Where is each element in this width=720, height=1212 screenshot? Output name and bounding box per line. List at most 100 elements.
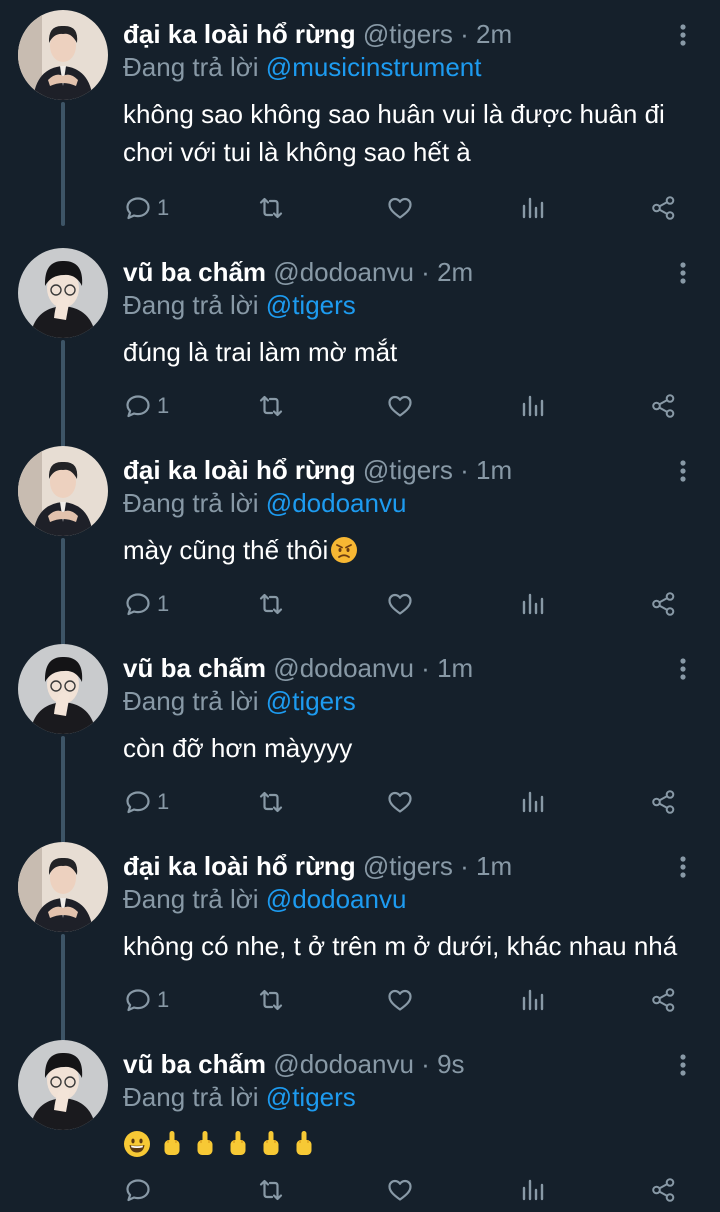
share-icon xyxy=(650,788,678,816)
tweet-header: vũ ba chấm @dodoanvu · 2m xyxy=(123,256,473,288)
tweet-actions: 1 xyxy=(0,190,720,226)
like-button[interactable] xyxy=(386,784,414,820)
like-button[interactable] xyxy=(386,982,414,1018)
reply-count: 1 xyxy=(157,393,170,418)
handle[interactable]: @dodoanvu xyxy=(273,653,414,683)
share-icon xyxy=(650,392,678,420)
avatar-tigers[interactable] xyxy=(18,446,108,536)
analytics-button[interactable] xyxy=(520,586,546,622)
like-button[interactable] xyxy=(386,1172,414,1208)
analytics-icon xyxy=(520,392,546,420)
share-button[interactable] xyxy=(650,1172,678,1208)
more-vertical-icon[interactable] xyxy=(668,258,698,288)
mention-link[interactable]: @dodoanvu xyxy=(266,884,407,914)
tweet-header: vũ ba chấm @dodoanvu · 1m xyxy=(123,652,473,684)
analytics-icon xyxy=(520,1176,546,1204)
mention-link[interactable]: @tigers xyxy=(266,1082,356,1112)
handle[interactable]: @tigers xyxy=(363,19,453,49)
retweet-button[interactable] xyxy=(256,388,286,424)
more-vertical-icon[interactable] xyxy=(668,1050,698,1080)
middle-finger-icon xyxy=(259,1129,283,1159)
timestamp[interactable]: 9s xyxy=(437,1049,464,1079)
retweet-icon xyxy=(256,1176,286,1204)
avatar-tigers[interactable] xyxy=(18,842,108,932)
more-vertical-icon[interactable] xyxy=(668,20,698,50)
more-vertical-icon[interactable] xyxy=(668,852,698,882)
reply-count: 1 xyxy=(157,591,170,616)
avatar-tigers[interactable] xyxy=(18,10,108,100)
like-icon xyxy=(386,392,414,420)
timestamp[interactable]: 2m xyxy=(437,257,473,287)
display-name[interactable]: đại ka loài hổ rừng xyxy=(123,455,356,485)
analytics-icon xyxy=(520,986,546,1014)
share-button[interactable] xyxy=(650,982,678,1018)
replying-to: Đang trả lời @tigers xyxy=(123,685,356,717)
retweet-button[interactable] xyxy=(256,190,286,226)
timestamp[interactable]: 1m xyxy=(437,653,473,683)
display-name[interactable]: vũ ba chấm xyxy=(123,653,266,683)
display-name[interactable]: vũ ba chấm xyxy=(123,1049,266,1079)
timestamp[interactable]: 2m xyxy=(476,19,512,49)
reply-button[interactable] xyxy=(124,1172,157,1208)
display-name[interactable]: đại ka loài hổ rừng xyxy=(123,19,356,49)
like-button[interactable] xyxy=(386,586,414,622)
mention-link[interactable]: @tigers xyxy=(266,686,356,716)
share-button[interactable] xyxy=(650,190,678,226)
tweet-actions xyxy=(0,1172,720,1208)
tweet-header: đại ka loài hổ rừng @tigers · 1m xyxy=(123,850,512,882)
middle-finger-icon xyxy=(160,1129,184,1159)
more-vertical-icon[interactable] xyxy=(668,654,698,684)
separator-dot: · xyxy=(421,1049,430,1079)
retweet-icon xyxy=(256,392,286,420)
tweet[interactable]: vũ ba chấm @dodoanvu · 2m Đang trả lời @… xyxy=(0,238,720,450)
replying-to-label: Đang trả lời xyxy=(123,52,259,82)
analytics-button[interactable] xyxy=(520,784,546,820)
mention-link[interactable]: @dodoanvu xyxy=(266,488,407,518)
reply-icon xyxy=(124,392,152,420)
retweet-button[interactable] xyxy=(256,982,286,1018)
share-button[interactable] xyxy=(650,586,678,622)
analytics-button[interactable] xyxy=(520,982,546,1018)
retweet-icon xyxy=(256,788,286,816)
reply-button[interactable]: 1 xyxy=(124,982,169,1018)
analytics-button[interactable] xyxy=(520,1172,546,1208)
tweet[interactable]: vũ ba chấm @dodoanvu · 1m Đang trả lời @… xyxy=(0,634,720,846)
like-button[interactable] xyxy=(386,388,414,424)
analytics-button[interactable] xyxy=(520,190,546,226)
avatar-dodoanvu[interactable] xyxy=(18,644,108,734)
tweet[interactable]: đại ka loài hổ rừng @tigers · 1m Đang tr… xyxy=(0,436,720,648)
replying-to-label: Đang trả lời xyxy=(123,290,259,320)
analytics-icon xyxy=(520,590,546,618)
mention-link[interactable]: @musicinstrument xyxy=(266,52,482,82)
reply-button[interactable]: 1 xyxy=(124,190,169,226)
timestamp[interactable]: 1m xyxy=(476,455,512,485)
reply-button[interactable]: 1 xyxy=(124,388,169,424)
more-vertical-icon[interactable] xyxy=(668,456,698,486)
avatar-dodoanvu[interactable] xyxy=(18,248,108,338)
handle[interactable]: @dodoanvu xyxy=(273,257,414,287)
handle[interactable]: @tigers xyxy=(363,851,453,881)
tweet[interactable]: đại ka loài hổ rừng @tigers · 2m Đang tr… xyxy=(0,0,720,226)
avatar-dodoanvu[interactable] xyxy=(18,1040,108,1130)
tweet-text: không sao không sao huân vui là được huâ… xyxy=(123,99,665,167)
tweet[interactable]: đại ka loài hổ rừng @tigers · 1m Đang tr… xyxy=(0,832,720,1044)
display-name[interactable]: đại ka loài hổ rừng xyxy=(123,851,356,881)
analytics-button[interactable] xyxy=(520,388,546,424)
angry-face-icon xyxy=(330,536,358,564)
handle[interactable]: @dodoanvu xyxy=(273,1049,414,1079)
retweet-button[interactable] xyxy=(256,586,286,622)
tweet[interactable]: vũ ba chấm @dodoanvu · 9s Đang trả lời @… xyxy=(0,1030,720,1212)
display-name[interactable]: vũ ba chấm xyxy=(123,257,266,287)
handle[interactable]: @tigers xyxy=(363,455,453,485)
mention-link[interactable]: @tigers xyxy=(266,290,356,320)
retweet-button[interactable] xyxy=(256,784,286,820)
retweet-icon xyxy=(256,986,286,1014)
share-button[interactable] xyxy=(650,388,678,424)
timestamp[interactable]: 1m xyxy=(476,851,512,881)
like-button[interactable] xyxy=(386,190,414,226)
reply-button[interactable]: 1 xyxy=(124,586,169,622)
retweet-button[interactable] xyxy=(256,1172,286,1208)
like-icon xyxy=(386,788,414,816)
share-button[interactable] xyxy=(650,784,678,820)
reply-button[interactable]: 1 xyxy=(124,784,169,820)
